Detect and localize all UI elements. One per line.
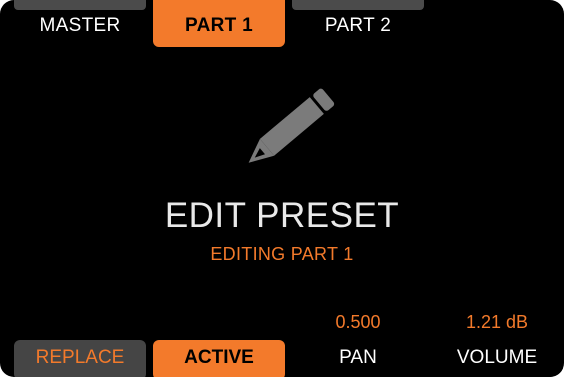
tab-master[interactable]: MASTER <box>14 0 146 47</box>
pan-button-label: PAN <box>339 347 377 368</box>
tab-master-label: MASTER <box>39 15 121 36</box>
tab-part-2-label: PART 2 <box>324 15 392 36</box>
tab-part-1[interactable]: PART 1 <box>153 0 285 47</box>
page-subtitle: EDITING PART 1 <box>210 244 354 264</box>
device-screen: MASTER PART 1 PART 2 EDIT PRESET EDITING… <box>0 0 564 377</box>
active-button-label: ACTIVE <box>184 347 254 368</box>
replace-button-label: REPLACE <box>35 347 125 368</box>
volume-value: 1.21 dB <box>465 312 529 332</box>
replace-button[interactable]: REPLACE <box>14 340 146 377</box>
page-title: EDIT PRESET <box>164 196 400 235</box>
pencil-icon <box>230 78 350 178</box>
tab-part-2[interactable]: PART 2 <box>292 0 424 47</box>
active-button[interactable]: ACTIVE <box>153 340 285 377</box>
volume-button[interactable]: VOLUME <box>431 340 563 377</box>
pan-button[interactable]: PAN <box>292 340 424 377</box>
volume-button-label: VOLUME <box>456 347 538 368</box>
tab-part-1-label: PART 1 <box>185 15 253 36</box>
pan-value: 0.500 <box>335 312 381 332</box>
